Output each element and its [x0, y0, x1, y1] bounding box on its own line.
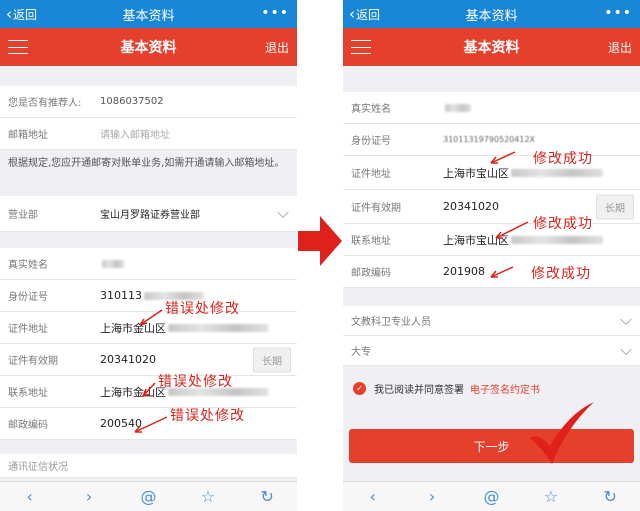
phone-before: ‹ 返回 基本资料 ••• 基本资料 退出 您是否有推荐人: 108603750… — [0, 0, 297, 511]
comparison-stage: ‹ 返回 基本资料 ••• 基本资料 退出 您是否有推荐人: 108603750… — [0, 0, 640, 511]
phone-after: ‹ 返回 基本资料 ••• 基本资料 退出 真实姓名 身份证号 31011319… — [343, 0, 640, 511]
annotation-arrows — [490, 151, 529, 278]
arrow-right-icon — [298, 216, 342, 266]
annotation-arrows — [134, 309, 168, 433]
